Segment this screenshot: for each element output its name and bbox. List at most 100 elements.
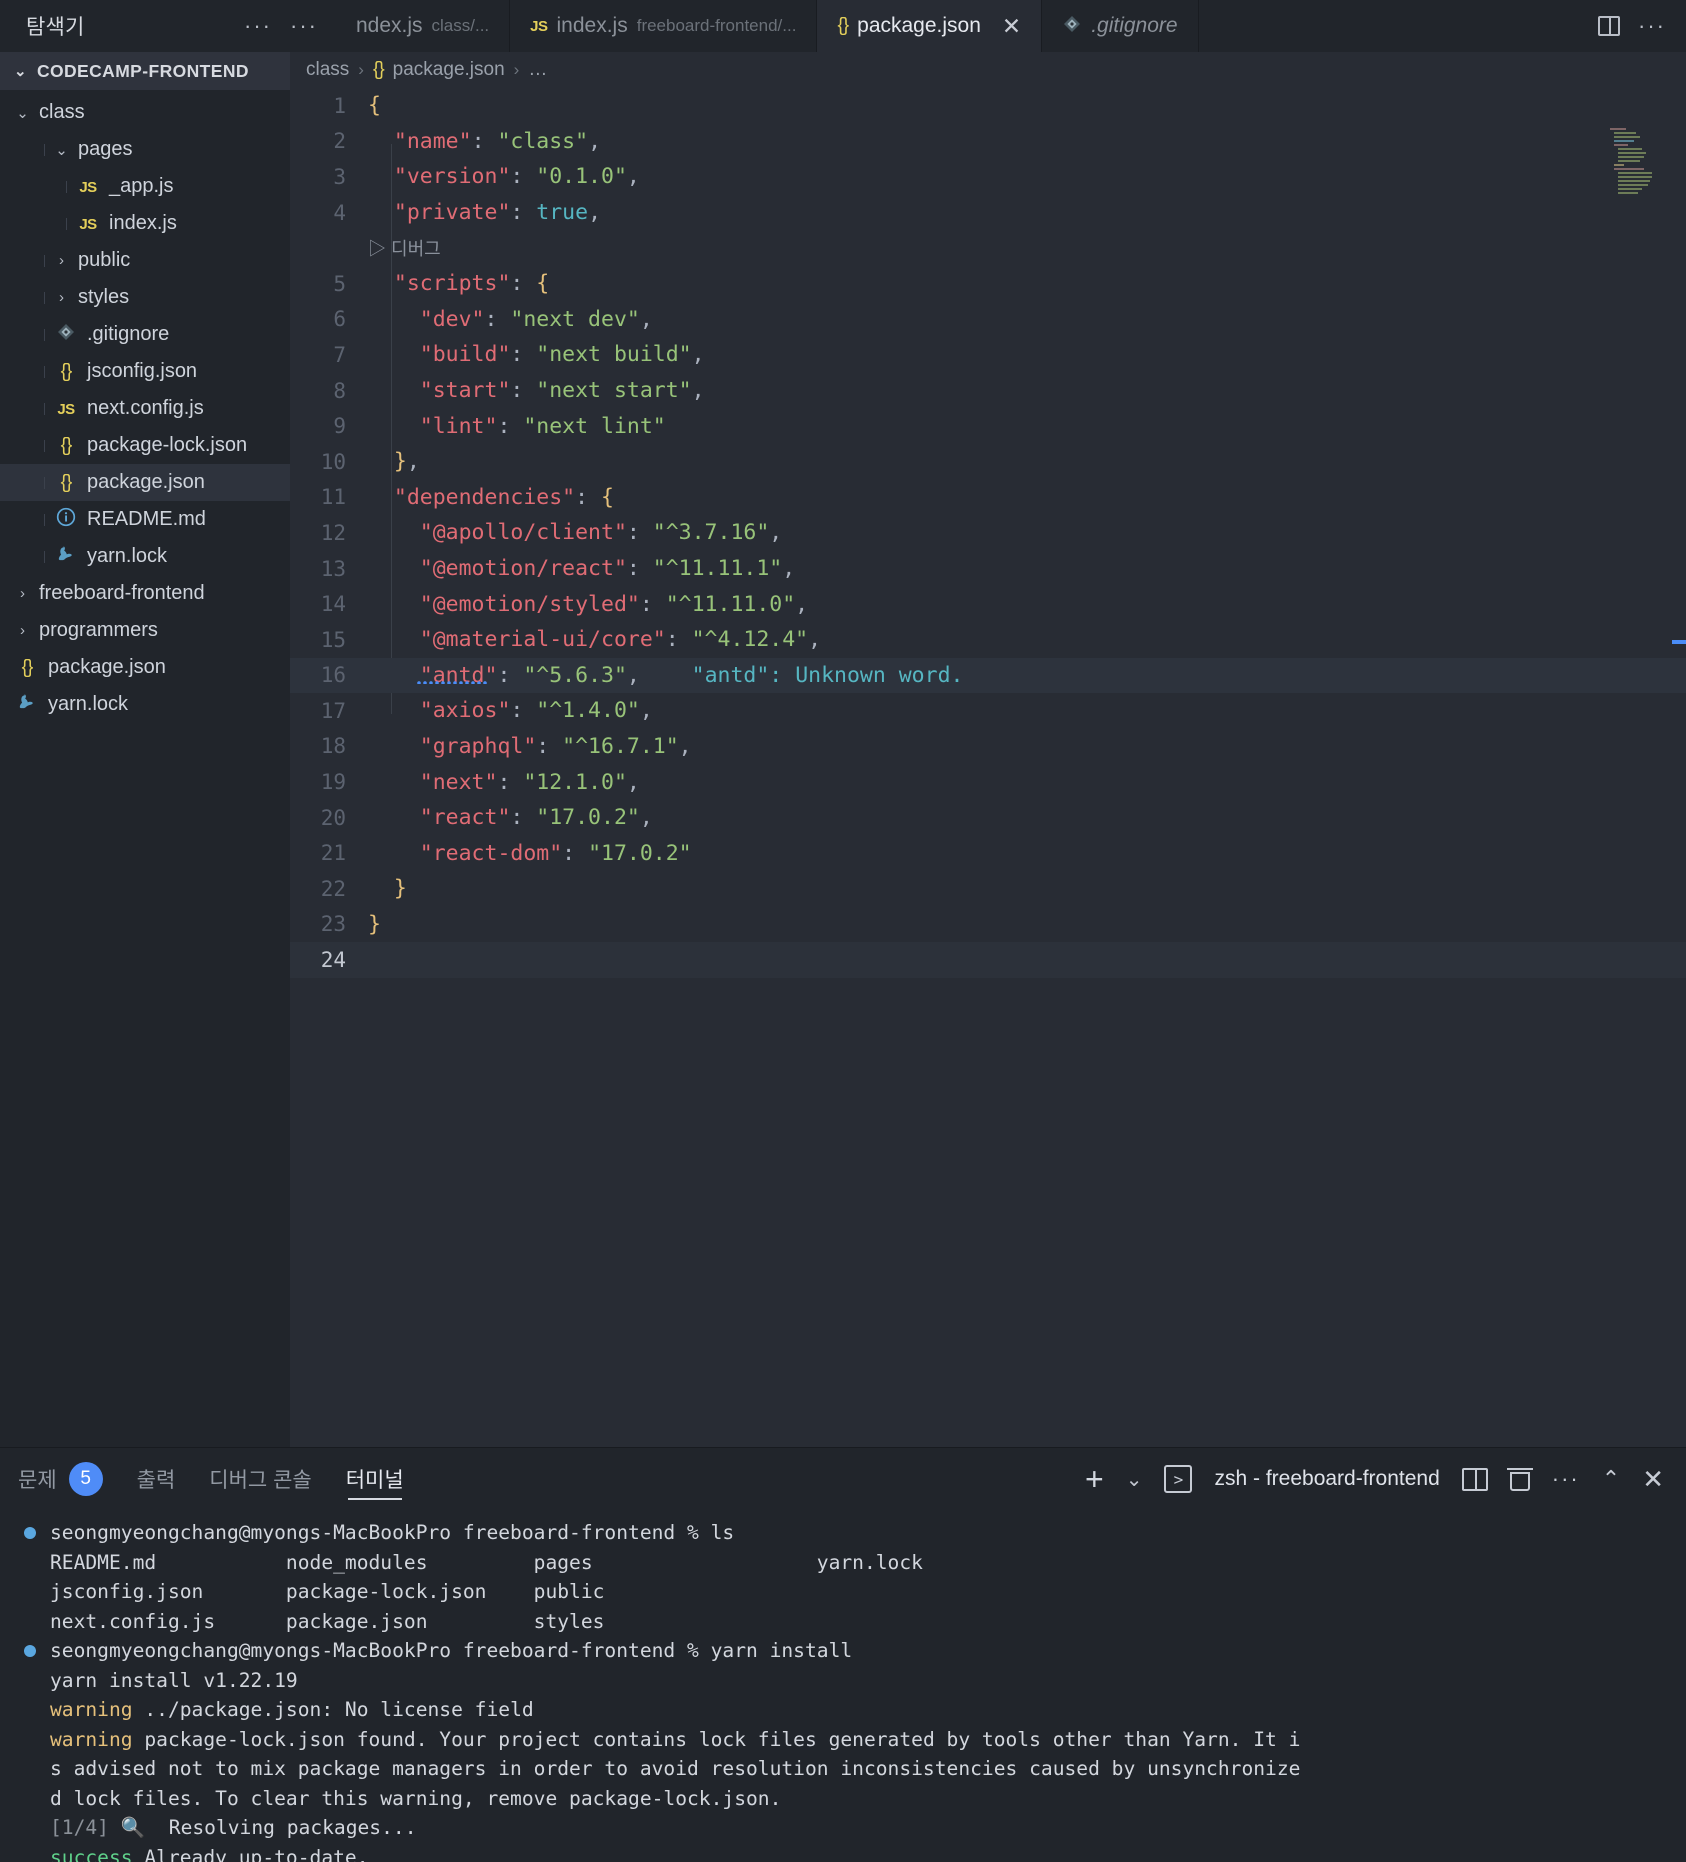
code-line-1[interactable]: 1{ — [290, 88, 1686, 124]
code-line-16[interactable]: 16 "antd": "^5.6.3", "antd": Unknown wor… — [290, 657, 1686, 694]
code-line-14[interactable]: 14 "@emotion/styled": "^11.11.0", — [290, 586, 1686, 622]
breadcrumb-part-class[interactable]: class — [306, 59, 349, 81]
terminal-name[interactable]: zsh - freeboard-frontend — [1214, 1467, 1439, 1491]
tree-item-styles[interactable]: › styles — [0, 279, 290, 316]
code-token: } — [368, 876, 407, 902]
code-token: true — [536, 200, 589, 226]
code-line-15[interactable]: 15 "@material-ui/core": "^4.12.4", — [290, 622, 1686, 658]
line-number: 12 — [320, 520, 346, 545]
code-lens-row[interactable]: ▷ 디버그 — [290, 230, 1686, 266]
code-line-19[interactable]: 19 "next": "12.1.0", — [290, 764, 1686, 800]
panel-tab-문제[interactable]: 문제 5 — [18, 1448, 103, 1510]
split-terminal-icon[interactable] — [1461, 1467, 1488, 1491]
line-number: 20 — [320, 805, 346, 830]
code-line-5[interactable]: 5 "scripts": { — [290, 266, 1686, 302]
code-line-6[interactable]: 6 "dev": "next dev", — [290, 302, 1686, 338]
code-token: , — [588, 200, 602, 226]
terminal-output[interactable]: seongmyeongchang@myongs-MacBookPro freeb… — [0, 1510, 1686, 1862]
close-icon[interactable]: ✕ — [1002, 13, 1021, 40]
editor-tab--gitignore[interactable]: .gitignore — [1042, 0, 1199, 52]
chevron-down-icon[interactable]: ⌄ — [1126, 1467, 1143, 1492]
tree-item-class[interactable]: ⌄ class — [0, 94, 290, 131]
code-line-20[interactable]: 20 "react": "17.0.2", — [290, 800, 1686, 836]
code-text: "version": "0.1.0", — [368, 164, 640, 189]
line-number: 14 — [320, 592, 346, 617]
tree-item-package-json[interactable]: {} package.json — [0, 464, 290, 501]
tree-item-yarn-lock[interactable]: yarn.lock — [0, 538, 290, 575]
code-line-2[interactable]: 2 "name": "class", — [290, 124, 1686, 160]
plus-icon[interactable]: + — [1085, 1463, 1104, 1495]
tree-item--gitignore[interactable]: .gitignore — [0, 316, 290, 353]
chevron-up-icon[interactable]: ⌃ — [1602, 1466, 1620, 1492]
yarn-icon — [53, 543, 79, 571]
editor-tab-ndex-js[interactable]: ndex.js class/... — [335, 0, 511, 52]
tree-item-freeboard-frontend[interactable]: › freeboard-frontend — [0, 575, 290, 612]
editor-tab-index-js[interactable]: JS index.js freeboard-frontend/... — [510, 0, 818, 52]
breadcrumb-part-more[interactable]: … — [528, 59, 547, 81]
tree-item-jsconfig-json[interactable]: {} jsconfig.json — [0, 353, 290, 390]
file-tree: ⌄ class ⌄ pages JS _app.js JS index.js › public › s… — [0, 90, 290, 723]
tree-item-label: yarn.lock — [48, 693, 129, 715]
code-token: "@emotion/styled" — [368, 591, 640, 617]
close-icon[interactable]: ✕ — [1642, 1464, 1664, 1495]
ellipsis-icon[interactable]: ··· — [244, 15, 272, 37]
code-token: : — [562, 840, 589, 866]
code-line-9[interactable]: 9 "lint": "next lint" — [290, 408, 1686, 444]
code-line-7[interactable]: 7 "build": "next build", — [290, 337, 1686, 373]
code-line-21[interactable]: 21 "react-dom": "17.0.2" — [290, 835, 1686, 871]
code-line-12[interactable]: 12 "@apollo/client": "^3.7.16", — [290, 515, 1686, 551]
tree-item-label: next.config.js — [87, 397, 204, 419]
debug-codelens[interactable]: ▷ 디버그 — [368, 235, 441, 261]
command-decoration-icon — [24, 1645, 36, 1657]
tree-item-package-lock-json[interactable]: {} package-lock.json — [0, 427, 290, 464]
code-line-4[interactable]: 4 "private": true, — [290, 195, 1686, 231]
code-line-8[interactable]: 8 "start": "next start", — [290, 373, 1686, 409]
code-line-13[interactable]: 13 "@emotion/react": "^11.11.1", — [290, 551, 1686, 587]
terminal-line: warning package-lock.json found. Your pr… — [22, 1725, 1686, 1755]
chevron-right-icon: › — [358, 60, 364, 79]
tree-item-yarn-lock[interactable]: yarn.lock — [0, 686, 290, 723]
code-token: { — [368, 93, 381, 119]
panel-tab-디버그 콘솔[interactable]: 디버그 콘솔 — [209, 1448, 311, 1510]
code-line-3[interactable]: 3 "version": "0.1.0", — [290, 159, 1686, 195]
code-line-22[interactable]: 22 } — [290, 871, 1686, 907]
panel-tab-출력[interactable]: 출력 — [137, 1448, 176, 1510]
line-number: 6 — [333, 307, 346, 332]
tree-item-next-config-js[interactable]: JS next.config.js — [0, 390, 290, 427]
terminal-text: package-lock.json found. Your project co… — [132, 1727, 1301, 1751]
code-token: : — [626, 520, 653, 546]
code-text: "@emotion/styled": "^11.11.0", — [368, 592, 808, 617]
terminal-line: README.md node_modules pages yarn.lock — [22, 1548, 1686, 1578]
explorer-root-label: CODECAMP-FRONTEND — [36, 60, 249, 81]
tree-item-README-md[interactable]: README.md — [0, 501, 290, 538]
json-icon: {} — [53, 471, 79, 494]
tree-item-label: index.js — [109, 212, 177, 234]
tree-item-_app-js[interactable]: JS _app.js — [0, 168, 290, 205]
code-editor[interactable]: 1{2 "name": "class", 3 "version": "0.1.0"… — [290, 88, 1686, 1447]
code-line-11[interactable]: 11 "dependencies": { — [290, 480, 1686, 516]
code-token: "^11.11.1" — [652, 556, 783, 582]
code-line-24[interactable]: 24 — [290, 942, 1686, 978]
breadcrumb-part-file[interactable]: package.json — [393, 59, 505, 81]
trash-icon[interactable] — [1506, 1467, 1533, 1491]
terminal-text: d lock files. To clear this warning, rem… — [50, 1786, 782, 1810]
explorer-root-folder[interactable]: ⌄ CODECAMP-FRONTEND — [0, 52, 290, 90]
terminal-text: [1/4] — [50, 1816, 109, 1839]
ellipsis-icon[interactable]: ··· — [1552, 1468, 1580, 1490]
top-row: 탐색기 ··· ··· ndex.js class/... JS index.js fre… — [0, 0, 1686, 52]
tree-item-package-json[interactable]: {} package.json — [0, 649, 290, 686]
code-token: "^4.12.4" — [691, 627, 809, 653]
code-line-10[interactable]: 10 }, — [290, 444, 1686, 480]
tabs-overflow-icon[interactable]: ··· — [290, 15, 318, 37]
split-editor-icon[interactable] — [1598, 16, 1621, 36]
editor-tab-package-json[interactable]: {} package.json ✕ — [817, 0, 1043, 52]
ellipsis-icon[interactable]: ··· — [1638, 15, 1666, 37]
panel-tab-터미널[interactable]: 터미널 — [346, 1448, 404, 1510]
tree-item-public[interactable]: › public — [0, 242, 290, 279]
code-line-18[interactable]: 18 "graphql": "^16.7.1", — [290, 729, 1686, 765]
tree-item-index-js[interactable]: JS index.js — [0, 205, 290, 242]
code-line-23[interactable]: 23} — [290, 907, 1686, 943]
code-line-17[interactable]: 17 "axios": "^1.4.0", — [290, 693, 1686, 729]
tree-item-pages[interactable]: ⌄ pages — [0, 131, 290, 168]
tree-item-programmers[interactable]: › programmers — [0, 612, 290, 649]
